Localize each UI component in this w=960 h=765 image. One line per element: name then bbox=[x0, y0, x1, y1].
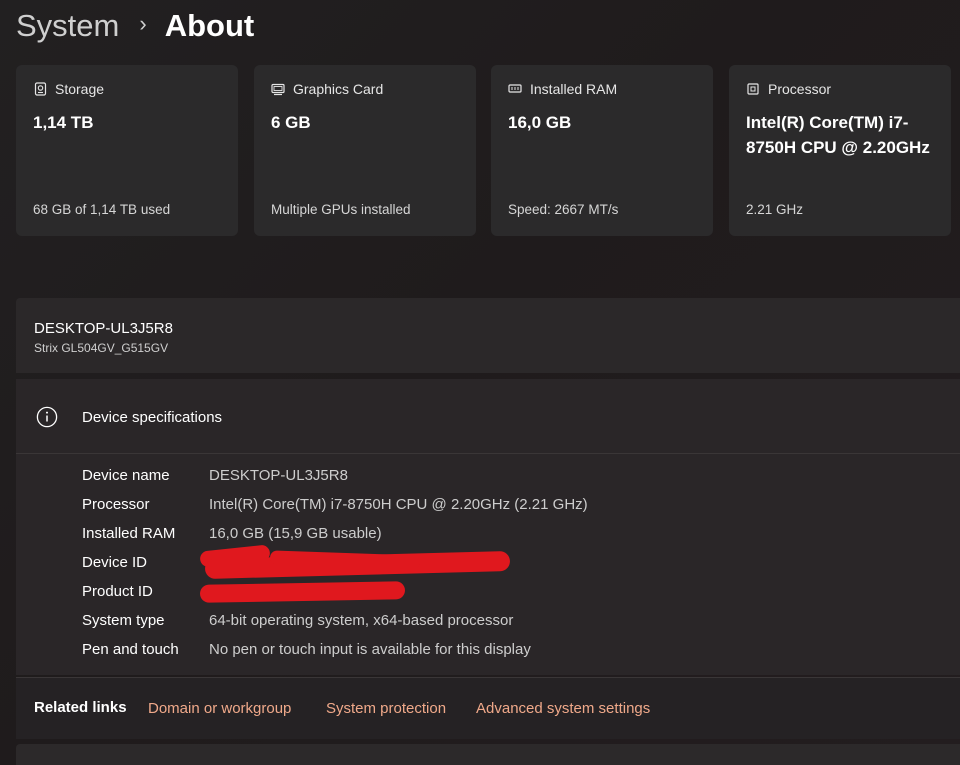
ram-icon bbox=[508, 82, 522, 96]
breadcrumb-system[interactable]: System bbox=[16, 8, 119, 44]
related-links-bar: Related links Domain or workgroup System… bbox=[16, 677, 960, 739]
spec-value: Intel(R) Core(TM) i7-8750H CPU @ 2.20GHz… bbox=[209, 496, 588, 513]
storage-card-value: 1,14 TB bbox=[33, 113, 94, 132]
device-specifications-title: Device specifications bbox=[82, 409, 223, 426]
spec-label: Product ID bbox=[82, 583, 153, 600]
processor-card-value: Intel(R) Core(TM) i7-8750H CPU @ 2.20GHz bbox=[746, 113, 930, 157]
storage-icon bbox=[33, 82, 47, 96]
device-model: Strix GL504GV_G515GV bbox=[34, 341, 169, 355]
spec-row-device-name: Device name DESKTOP-UL3J5R8 bbox=[82, 467, 942, 496]
device-name-heading: DESKTOP-UL3J5R8 bbox=[34, 320, 173, 337]
breadcrumb-separator: › bbox=[139, 11, 147, 36]
device-specifications-panel: Device specifications Device name DESKTO… bbox=[16, 379, 960, 675]
storage-card-sub: 68 GB of 1,14 TB used bbox=[33, 202, 171, 217]
graphics-card-sub: Multiple GPUs installed bbox=[271, 202, 411, 217]
spec-label: Processor bbox=[82, 496, 150, 513]
spec-label: Device name bbox=[82, 467, 170, 484]
processor-card-header: Processor bbox=[746, 81, 831, 97]
page-title: About bbox=[164, 8, 255, 43]
graphics-card-title: Graphics Card bbox=[293, 81, 384, 97]
spec-value: 64-bit operating system, x64-based proce… bbox=[209, 612, 514, 629]
redaction-mark bbox=[199, 581, 406, 603]
spec-row-processor: Processor Intel(R) Core(TM) i7-8750H CPU… bbox=[82, 496, 942, 525]
processor-card: Processor Intel(R) Core(TM) i7-8750H CPU… bbox=[729, 65, 951, 236]
graphics-card-value: 6 GB bbox=[271, 113, 311, 132]
related-links-label: Related links bbox=[34, 699, 127, 716]
domain-or-workgroup-link[interactable]: Domain or workgroup bbox=[148, 700, 291, 717]
info-icon bbox=[36, 406, 58, 428]
processor-card-title: Processor bbox=[768, 81, 832, 97]
graphics-card-header: Graphics Card bbox=[271, 81, 383, 97]
breadcrumb: System › About bbox=[16, 4, 254, 48]
system-protection-link[interactable]: System protection bbox=[326, 700, 446, 717]
processor-card-sub: 2.21 GHz bbox=[746, 202, 804, 217]
graphics-card-card: Graphics Card 6 GB Multiple GPUs install… bbox=[254, 65, 476, 236]
ram-card-value: 16,0 GB bbox=[508, 113, 572, 132]
spec-label: Installed RAM bbox=[82, 525, 176, 542]
graphics-card-icon bbox=[271, 82, 285, 96]
spec-label: System type bbox=[82, 612, 165, 629]
spec-value: DESKTOP-UL3J5R8 bbox=[209, 467, 348, 484]
advanced-system-settings-link[interactable]: Advanced system settings bbox=[476, 700, 650, 717]
spec-label: Device ID bbox=[82, 554, 148, 571]
summary-cards: Storage 1,14 TB 68 GB of 1,14 TB used Gr… bbox=[16, 65, 960, 236]
device-specifications-header[interactable]: Device specifications bbox=[16, 379, 960, 454]
ram-card: Installed RAM 16,0 GB Speed: 2667 MT/s bbox=[491, 65, 713, 236]
spec-value: 16,0 GB (15,9 GB usable) bbox=[209, 525, 382, 542]
ram-card-sub: Speed: 2667 MT/s bbox=[508, 202, 619, 217]
storage-card: Storage 1,14 TB 68 GB of 1,14 TB used bbox=[16, 65, 238, 236]
next-section-panel[interactable] bbox=[16, 744, 960, 765]
ram-card-title: Installed RAM bbox=[530, 81, 618, 97]
storage-card-header: Storage bbox=[33, 81, 104, 97]
spec-label: Pen and touch bbox=[82, 641, 179, 658]
device-header[interactable]: DESKTOP-UL3J5R8 Strix GL504GV_G515GV bbox=[16, 298, 960, 373]
spec-row-pen-and-touch: Pen and touch No pen or touch input is a… bbox=[82, 641, 942, 670]
spec-row-system-type: System type 64-bit operating system, x64… bbox=[82, 612, 942, 641]
spec-value: No pen or touch input is available for t… bbox=[209, 641, 531, 658]
processor-icon bbox=[746, 82, 760, 96]
storage-card-title: Storage bbox=[55, 81, 105, 97]
ram-card-header: Installed RAM bbox=[508, 81, 617, 97]
